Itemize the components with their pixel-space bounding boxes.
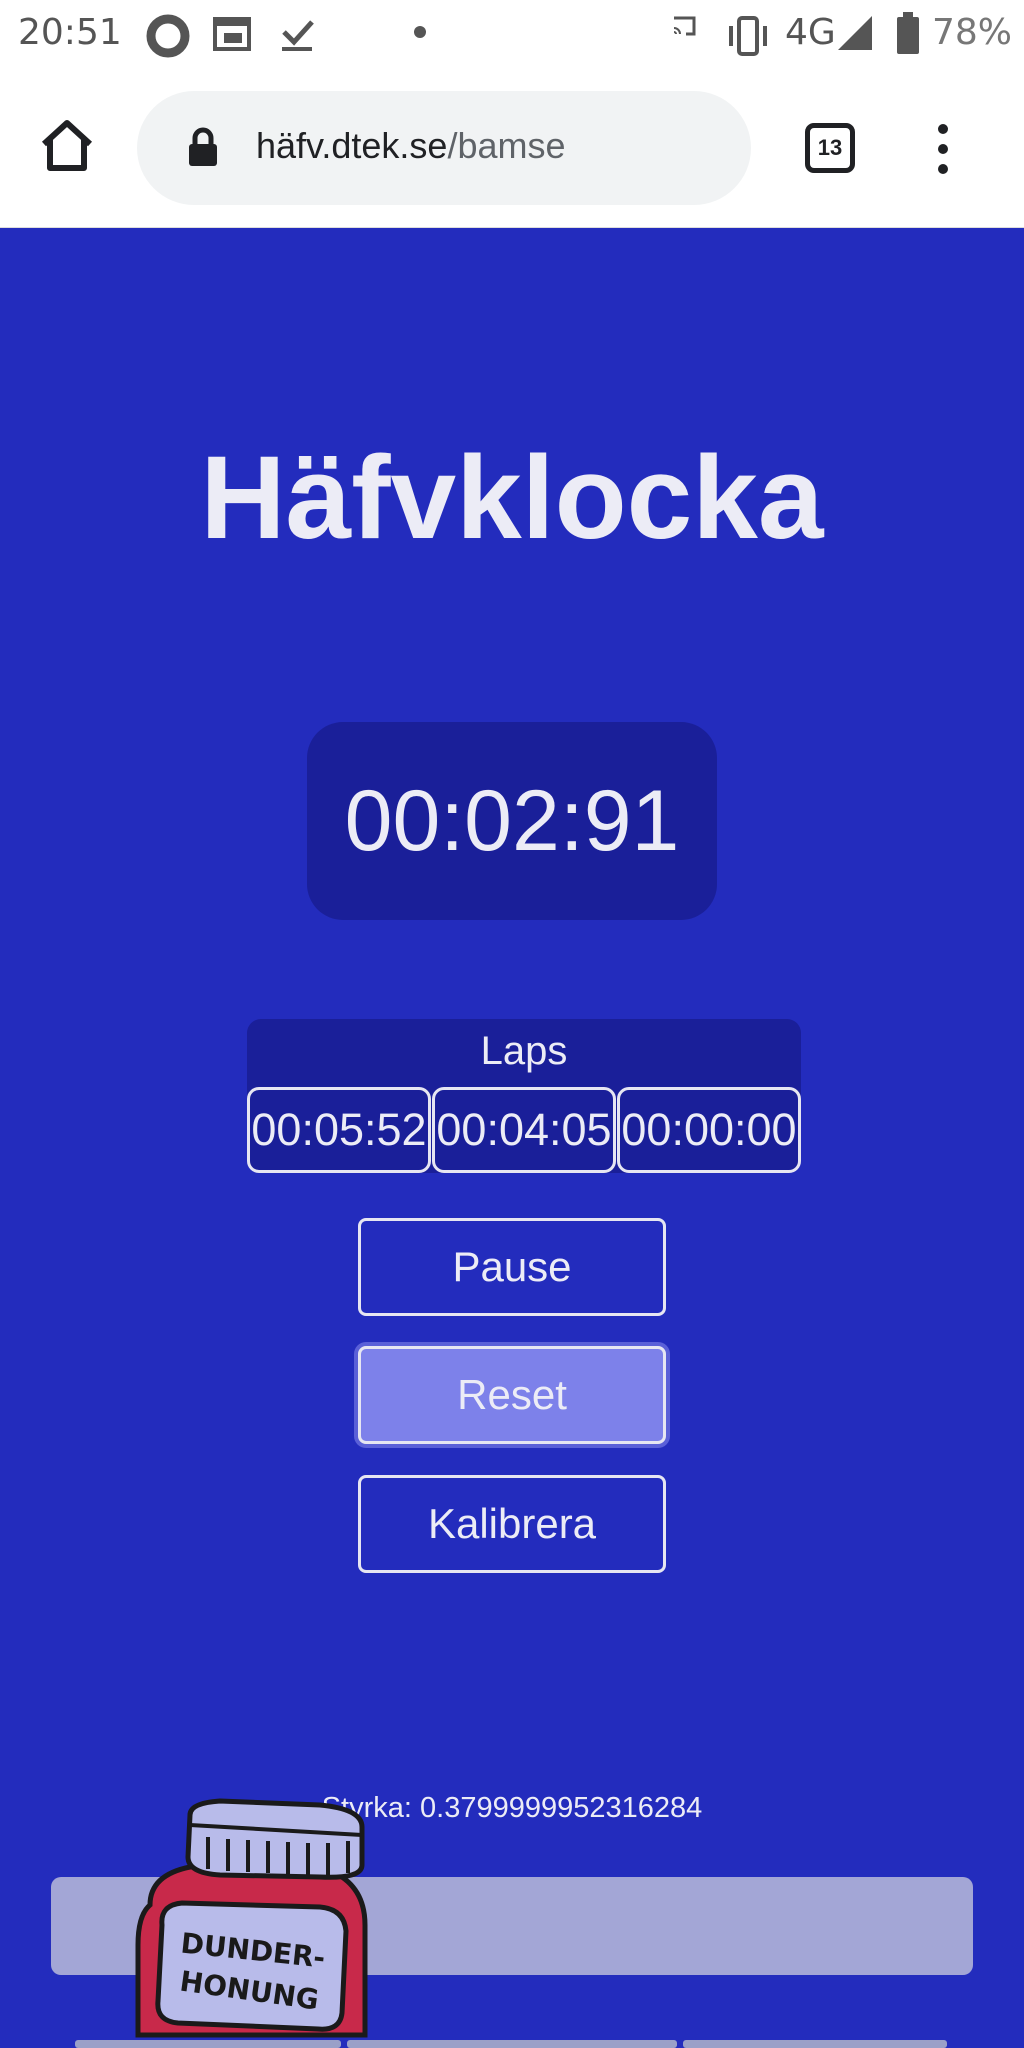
overflow-menu-icon[interactable] — [936, 124, 950, 184]
timer-display: 00:02:91 — [307, 722, 717, 920]
laps-title: Laps — [480, 1029, 568, 1073]
lap-item: 00:05:52 — [247, 1087, 431, 1173]
bottom-tab-indicator — [683, 2040, 947, 2048]
reset-button[interactable]: Reset — [358, 1346, 666, 1444]
lap-item: 00:04:05 — [432, 1087, 616, 1173]
pause-button[interactable]: Pause — [358, 1218, 666, 1316]
network-type: 4G — [785, 12, 836, 53]
battery-icon — [897, 12, 919, 54]
lock-icon — [189, 127, 217, 166]
vibrate-icon — [729, 16, 767, 56]
status-bar: 20:51 4G 78% — [0, 0, 1024, 70]
browser-toolbar: häfv.dtek.se/bamse 13 — [0, 70, 1024, 228]
url-text[interactable]: häfv.dtek.se/bamse — [256, 125, 566, 167]
url-path: /bamse — [447, 125, 566, 166]
record-icon — [146, 14, 190, 58]
tab-switcher-button[interactable]: 13 — [805, 123, 855, 173]
calendar-icon — [213, 17, 251, 51]
lap-item: 00:00:00 — [617, 1087, 801, 1173]
bottom-tab-indicator — [347, 2040, 677, 2048]
download-done-icon — [282, 20, 314, 51]
address-bar[interactable]: häfv.dtek.se/bamse — [137, 91, 751, 205]
notification-dot-icon — [414, 26, 426, 38]
bottom-tab-indicator — [75, 2040, 341, 2048]
battery-percent: 78% — [932, 12, 1013, 53]
laps-panel: Laps 00:05:52 00:04:05 00:00:00 — [247, 1019, 801, 1173]
cast-icon — [673, 16, 696, 36]
url-host: häfv.dtek.se — [256, 125, 448, 166]
calibrate-button[interactable]: Kalibrera — [358, 1475, 666, 1573]
signal-icon — [838, 16, 872, 50]
status-time: 20:51 — [18, 12, 122, 53]
page-title: Häfvklocka — [200, 432, 824, 564]
honey-jar-icon: DUNDER- HONUNG — [135, 1798, 368, 2038]
home-icon[interactable] — [38, 118, 96, 174]
